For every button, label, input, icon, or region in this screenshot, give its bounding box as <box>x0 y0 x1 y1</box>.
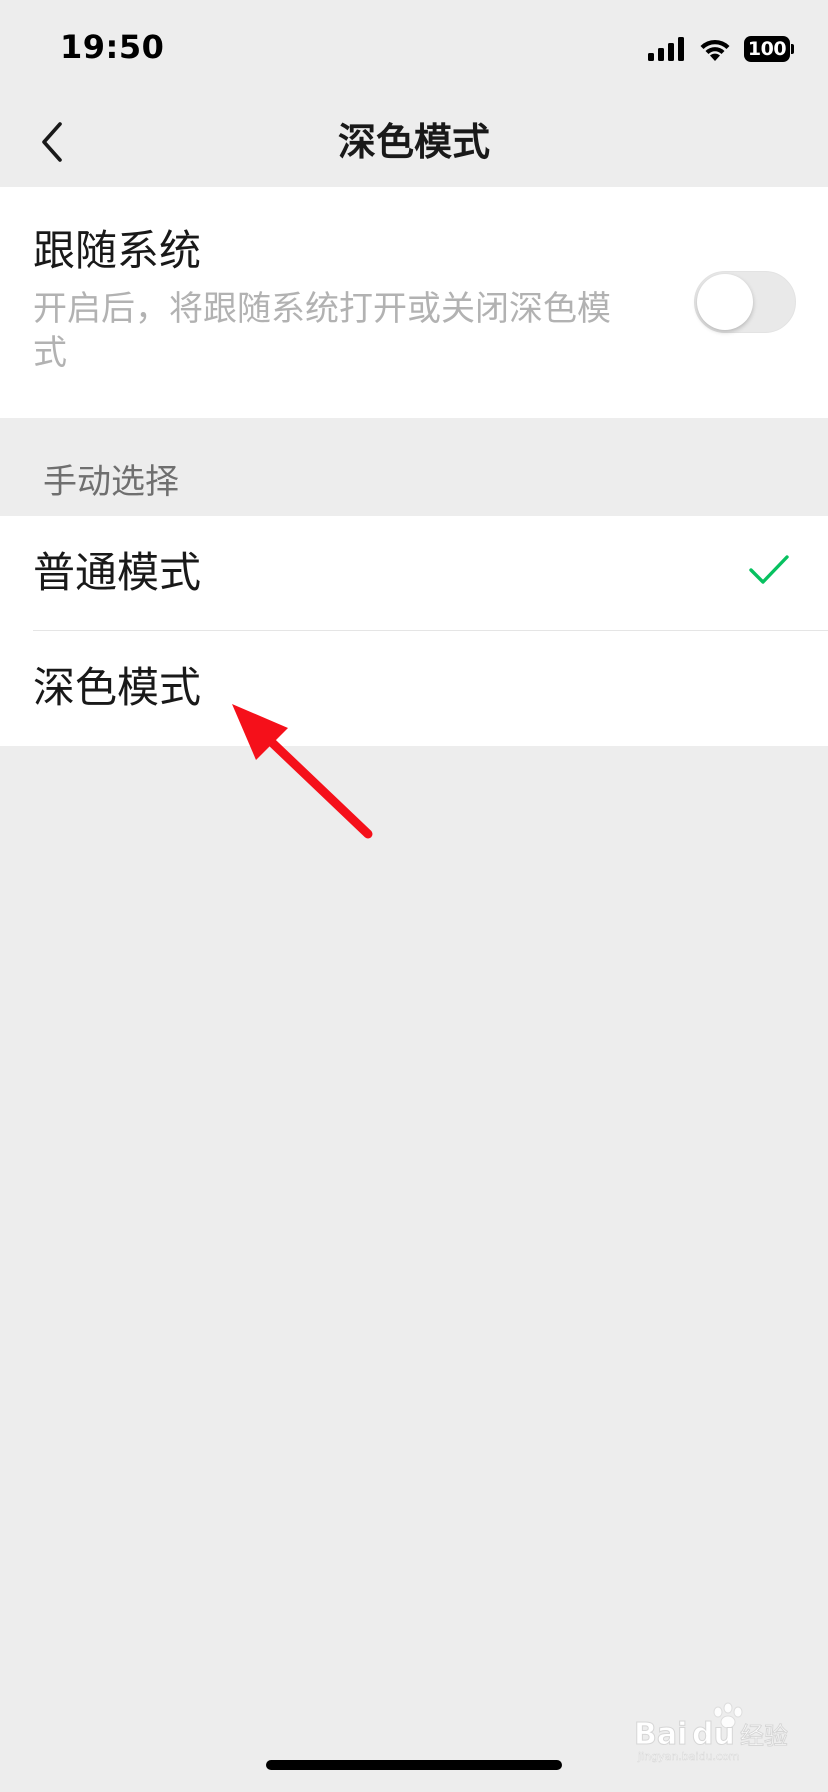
mode-options-list: 普通模式 深色模式 <box>0 516 828 746</box>
nav-bar: 深色模式 <box>0 98 828 186</box>
home-indicator[interactable] <box>266 1760 562 1770</box>
mode-option-dark[interactable]: 深色模式 <box>0 631 828 746</box>
page-title: 深色模式 <box>337 120 490 164</box>
svg-text:du: du <box>692 1717 735 1752</box>
check-icon <box>749 555 789 584</box>
status-icons: 100 <box>648 34 794 64</box>
follow-system-description: 开启后，将跟随系统打开或关闭深色模式 <box>33 289 611 373</box>
svg-text:Bai: Bai <box>634 1717 687 1752</box>
follow-system-row: 跟随系统 开启后，将跟随系统打开或关闭深色模式 <box>0 187 828 418</box>
svg-text:jingyan.baidu.com: jingyan.baidu.com <box>637 1750 740 1763</box>
wifi-icon <box>700 39 730 61</box>
toggle-knob <box>697 274 753 330</box>
section-header-manual: 手动选择 <box>43 462 179 502</box>
mode-option-label: 深色模式 <box>33 663 202 712</box>
status-bar: 19:50 100 <box>0 0 828 98</box>
baidu-watermark: Bai du 经验 jingyan.baidu.com <box>632 1700 802 1764</box>
mode-option-normal[interactable]: 普通模式 <box>0 516 828 631</box>
svg-text:经验: 经验 <box>740 1722 788 1750</box>
mode-option-label: 普通模式 <box>33 548 202 597</box>
follow-system-title: 跟随系统 <box>33 226 202 275</box>
battery-level: 100 <box>747 38 787 60</box>
baidu-logo-icon: Bai du 经验 jingyan.baidu.com <box>634 1702 789 1763</box>
status-time: 19:50 <box>60 28 165 66</box>
signal-icon <box>648 37 684 61</box>
battery-icon: 100 <box>744 36 794 62</box>
follow-system-toggle[interactable] <box>694 271 796 333</box>
